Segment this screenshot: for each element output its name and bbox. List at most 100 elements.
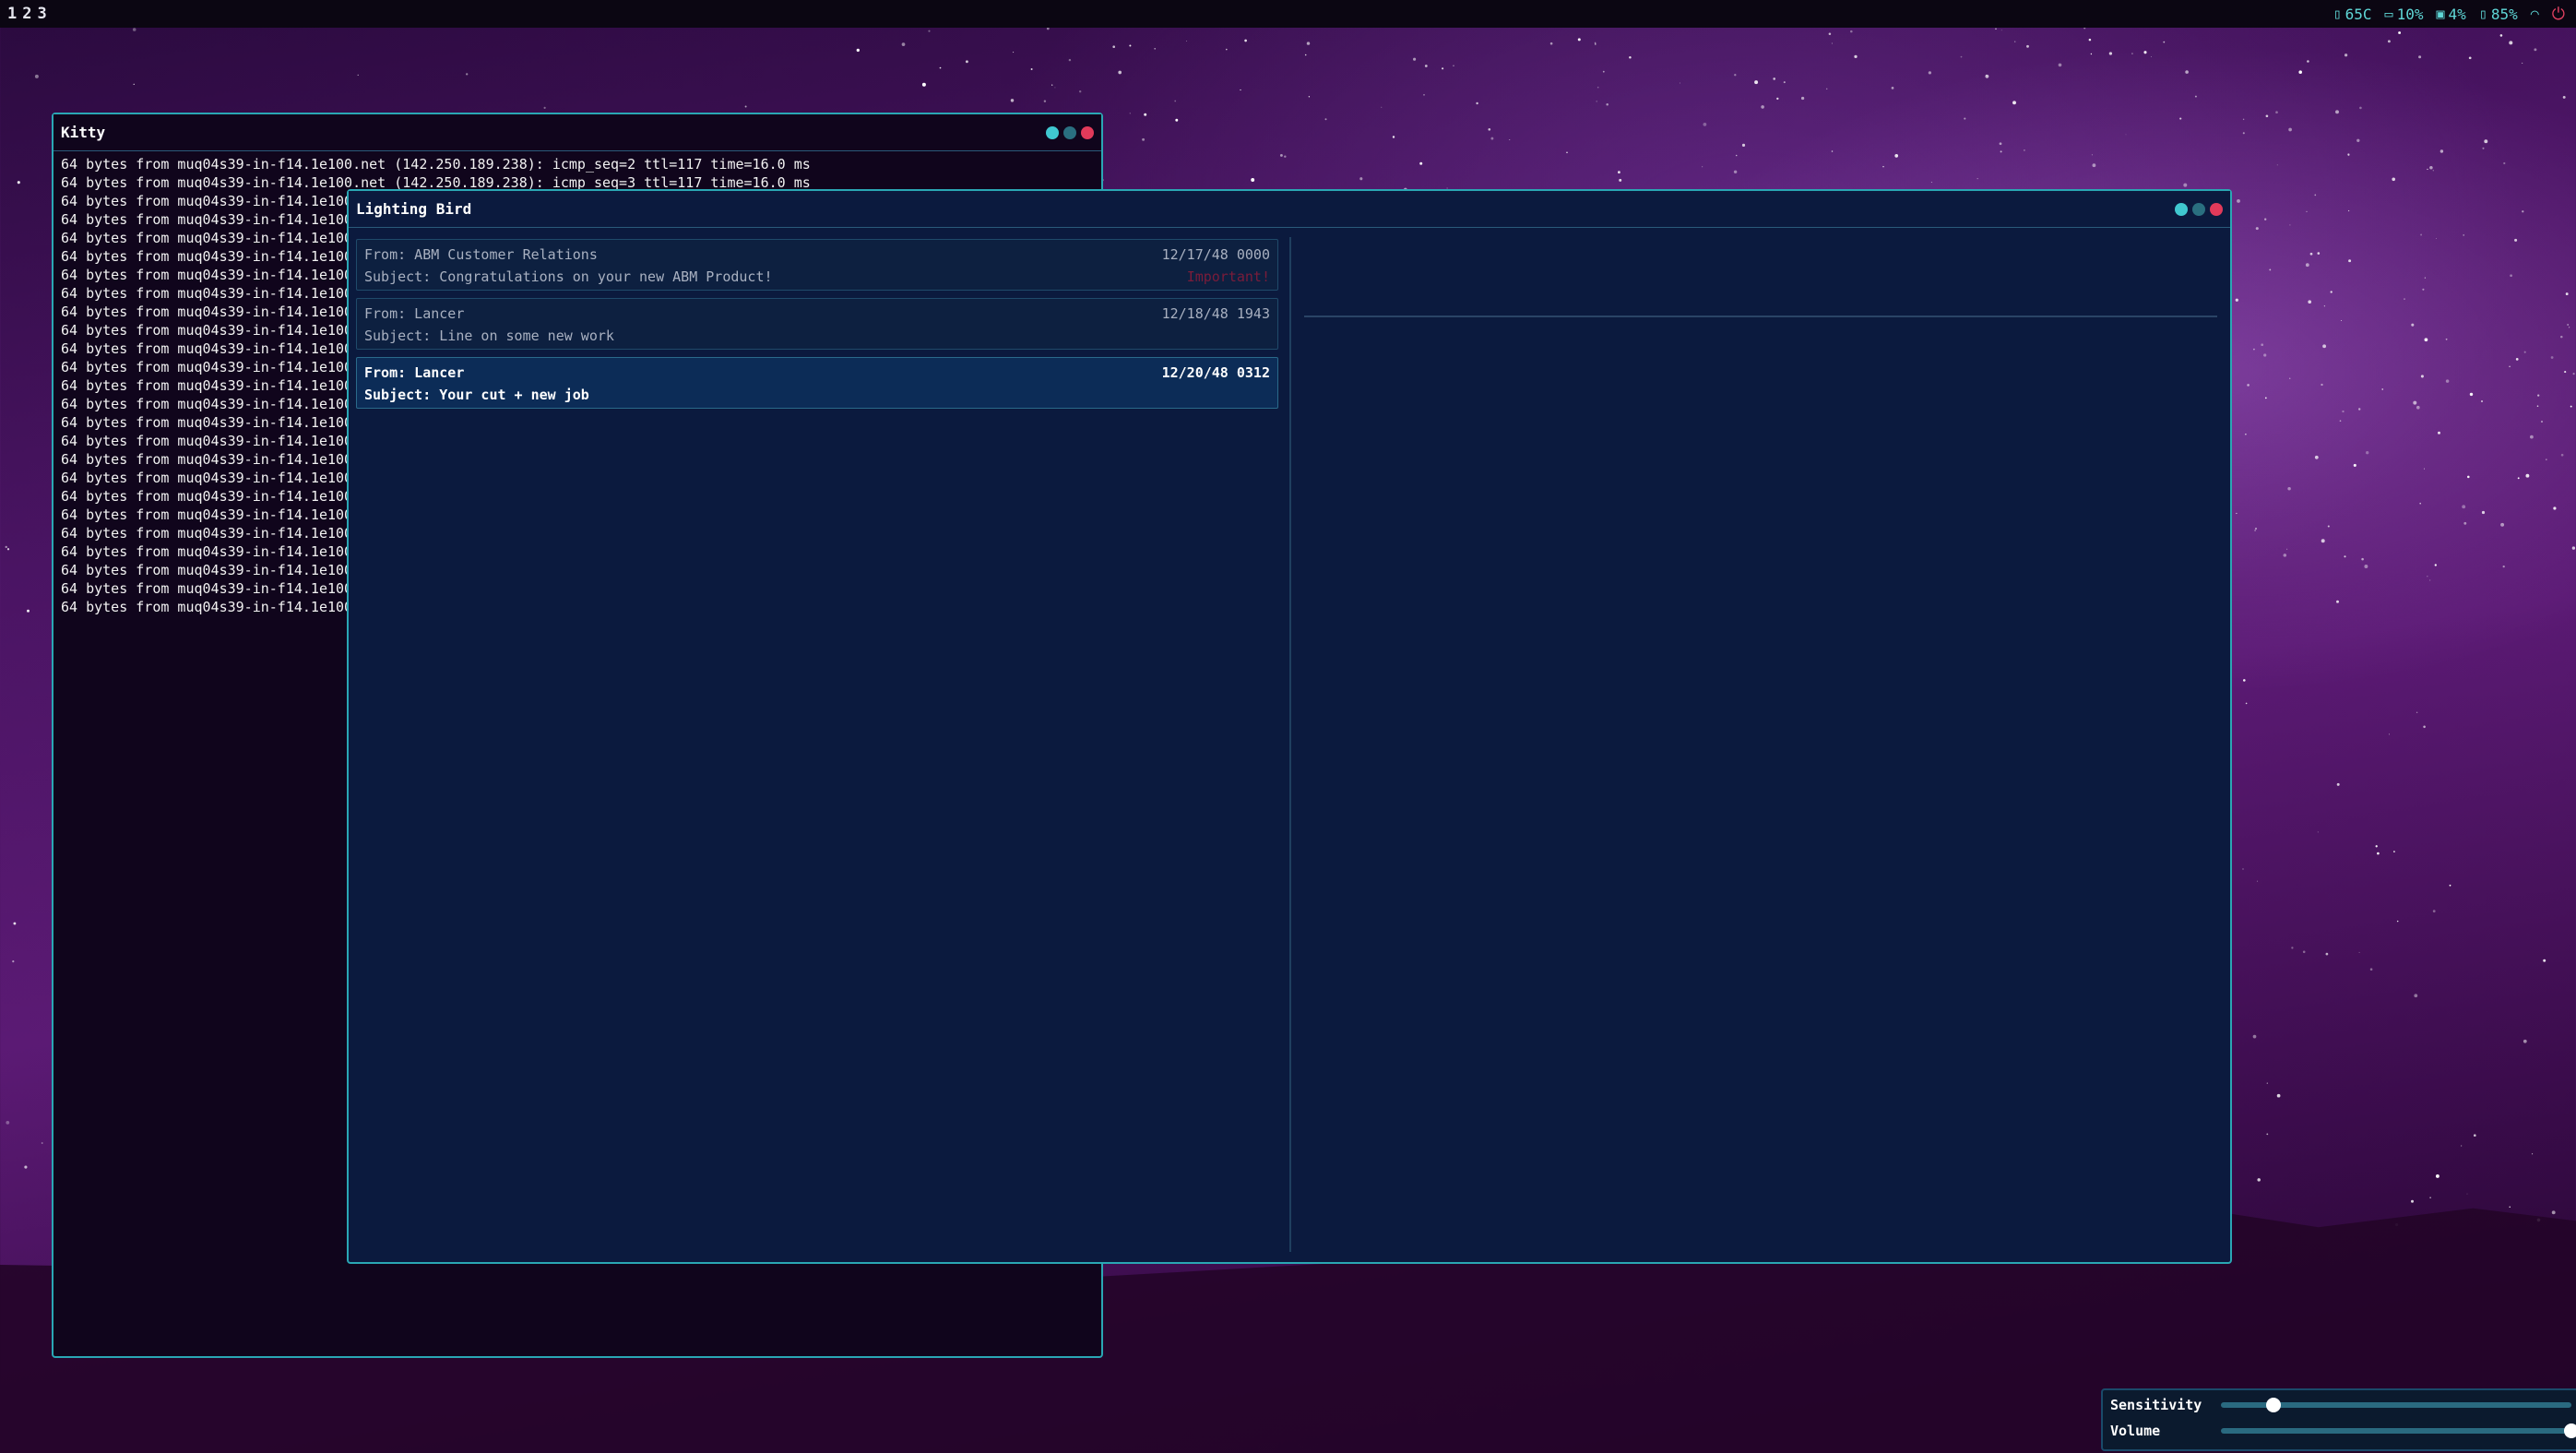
star [2364,565,2368,568]
star [2534,48,2537,52]
star [2381,388,2383,390]
star [2322,344,2327,349]
star [2026,44,2029,48]
minimize-button[interactable] [1046,125,1059,139]
kitty-titlebar[interactable]: Kitty [53,114,1101,151]
star [1010,99,1015,102]
star [2560,453,2564,457]
audio-controls: Sensitivity Volume [2101,1388,2576,1451]
star [2429,1197,2431,1198]
star [1043,100,1047,102]
message-from: From: Lancer [364,305,465,322]
star [2568,327,2570,328]
star [1754,80,1759,85]
star [2287,486,2291,491]
star [856,48,860,53]
star [2194,95,2197,98]
star [2502,565,2505,568]
star [2266,1082,2268,1084]
star [2560,335,2563,339]
lighting-bird-window[interactable]: Lighting Bird From: ABM Customer Relatio… [347,189,2232,1264]
star [2564,371,2567,374]
star [2434,564,2437,566]
star [2236,512,2238,515]
star [2424,277,2427,279]
message-item[interactable]: From: Lancer 12/18/48 1943 Subject: Line … [356,298,1278,350]
star [2342,410,2345,413]
star [2330,291,2333,293]
close-button[interactable] [2210,202,2223,216]
star [2245,702,2248,705]
star [2088,38,2092,42]
star [2339,420,2342,423]
power-icon[interactable]: ⏻ [2552,5,2565,24]
workspace-3[interactable]: 3 [38,5,47,23]
star [2237,198,2240,203]
volume-slider[interactable] [2221,1423,2576,1438]
star [1488,127,1491,131]
star [2499,34,2503,37]
star [2347,154,2350,157]
star [2375,845,2378,848]
maximize-button[interactable] [2192,202,2205,216]
star [2257,1178,2261,1182]
star [2503,161,2506,165]
star [1894,154,1899,158]
star [1226,48,1228,51]
star [901,42,906,46]
wifi-icon[interactable]: ◠ [2531,6,2539,22]
bird-titlebar[interactable]: Lighting Bird [349,191,2230,228]
star [2245,434,2247,435]
sensitivity-knob[interactable] [2266,1398,2281,1412]
star [2523,1039,2527,1043]
star [1977,178,1978,180]
sensitivity-slider[interactable] [2221,1398,2571,1412]
star [1030,68,1033,70]
star [2252,1034,2257,1039]
star [2463,234,2464,236]
window-controls [2175,202,2223,216]
star [2264,397,2267,399]
star [2377,852,2380,855]
battery-icon: ▯ [2478,6,2487,22]
star [1928,71,1932,75]
star [2242,132,2245,135]
star [1602,70,1605,73]
star [466,73,469,76]
maximize-button[interactable] [1063,125,1076,139]
workspace-1[interactable]: 1 [7,5,17,23]
star [2356,138,2360,142]
message-from: From: Lancer [364,364,465,381]
star [2242,679,2246,682]
workspace-2[interactable]: 2 [22,5,31,23]
thermometer-icon: ▯ [2333,6,2342,22]
star [1999,142,2002,146]
volume-knob[interactable] [2564,1423,2576,1438]
star [1068,58,1072,62]
star [2463,521,2467,525]
minimize-button[interactable] [2175,202,2188,216]
star [2323,305,2326,307]
star [2522,62,2523,64]
close-button[interactable] [1081,125,1094,139]
message-item-selected[interactable]: From: Lancer 12/20/48 0312 Subject: Your … [356,357,1278,409]
star [1831,150,1834,152]
star [2436,238,2438,239]
star [1251,178,1255,182]
star [13,922,17,925]
star [1381,106,1383,108]
terminal-line: 64 bytes from muq04s39-in-f14.1e100.net … [61,156,811,173]
star [2309,252,2313,256]
star [2369,968,2373,971]
star [2570,405,2572,408]
star [2317,252,2321,255]
star [2525,473,2530,478]
star [132,28,137,31]
star [1476,101,1478,105]
star [2484,139,2488,144]
message-list: From: ABM Customer Relations 12/17/48 000… [356,239,1278,416]
star [2510,274,2512,278]
star [2321,539,2325,543]
message-item[interactable]: From: ABM Customer Relations 12/17/48 000… [356,239,1278,291]
pane-divider[interactable] [1289,237,1291,1252]
